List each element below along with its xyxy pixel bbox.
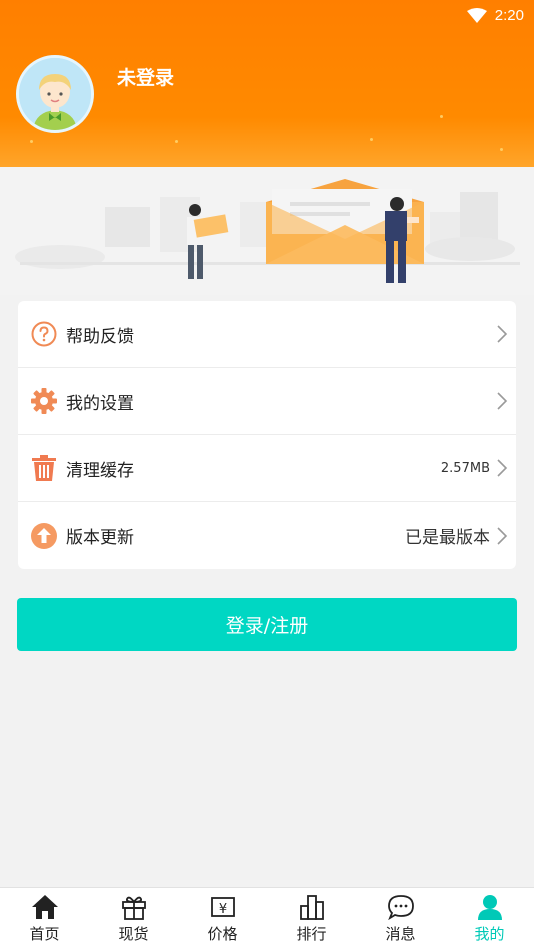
status-bar: 2:20	[466, 4, 524, 26]
tab-home[interactable]: 首页	[0, 888, 89, 949]
gear-icon	[30, 387, 58, 415]
tab-label: 价格	[207, 925, 238, 943]
trash-icon	[30, 454, 58, 482]
tab-mine[interactable]: 我的	[445, 888, 534, 949]
user-icon	[475, 893, 505, 921]
chevron-right-icon	[497, 325, 508, 343]
menu-label: 帮助反馈	[66, 326, 134, 347]
tab-label: 我的	[474, 925, 505, 943]
tab-label: 排行	[296, 925, 327, 943]
tab-price[interactable]: ¥ 价格	[178, 888, 267, 949]
cache-size-value: 2.57MB	[440, 460, 490, 476]
help-icon	[30, 320, 58, 348]
status-time: 2:20	[494, 6, 524, 24]
settings-menu: 帮助反馈 我的设置 清理缓存 2.57MB 版本更新 已是最版本	[18, 301, 516, 569]
chevron-right-icon	[497, 526, 508, 545]
username-label[interactable]: 未登录	[117, 63, 174, 90]
menu-label: 版本更新	[66, 528, 134, 548]
tab-spot-goods[interactable]: 现货	[89, 888, 178, 949]
menu-label: 我的设置	[66, 393, 134, 414]
illustration-banner	[0, 167, 534, 295]
menu-item-clear-cache[interactable]: 清理缓存 2.57MB	[18, 435, 516, 502]
profile-header: 2:20 未登录	[0, 0, 534, 167]
price-icon: ¥	[208, 893, 238, 921]
tab-messages[interactable]: 消息	[356, 888, 445, 949]
bottom-tab-bar: 首页 现货 ¥ 价格 排行 消息 我的	[0, 887, 534, 949]
message-icon	[386, 893, 416, 921]
wifi-icon	[466, 7, 487, 23]
menu-item-help-feedback[interactable]: 帮助反馈	[18, 301, 516, 368]
login-register-button[interactable]: 登录/注册	[17, 598, 517, 651]
avatar[interactable]	[16, 55, 94, 133]
version-status-value: 已是最版本	[405, 528, 490, 548]
home-icon	[30, 893, 60, 921]
tab-ranking[interactable]: 排行	[267, 888, 356, 949]
menu-item-my-settings[interactable]: 我的设置	[18, 368, 516, 435]
menu-label: 清理缓存	[66, 460, 134, 481]
svg-text:¥: ¥	[218, 902, 226, 917]
menu-item-version-update[interactable]: 版本更新 已是最版本	[18, 502, 516, 569]
gift-icon	[119, 893, 149, 921]
tab-label: 消息	[385, 925, 416, 943]
mail-illustration	[15, 179, 520, 283]
tab-label: 首页	[29, 925, 60, 943]
tab-label: 现货	[118, 925, 149, 943]
avatar-icon	[19, 58, 91, 130]
ranking-icon	[297, 893, 327, 921]
chevron-right-icon	[497, 392, 508, 410]
upgrade-icon	[30, 522, 58, 550]
chevron-right-icon	[497, 459, 508, 477]
